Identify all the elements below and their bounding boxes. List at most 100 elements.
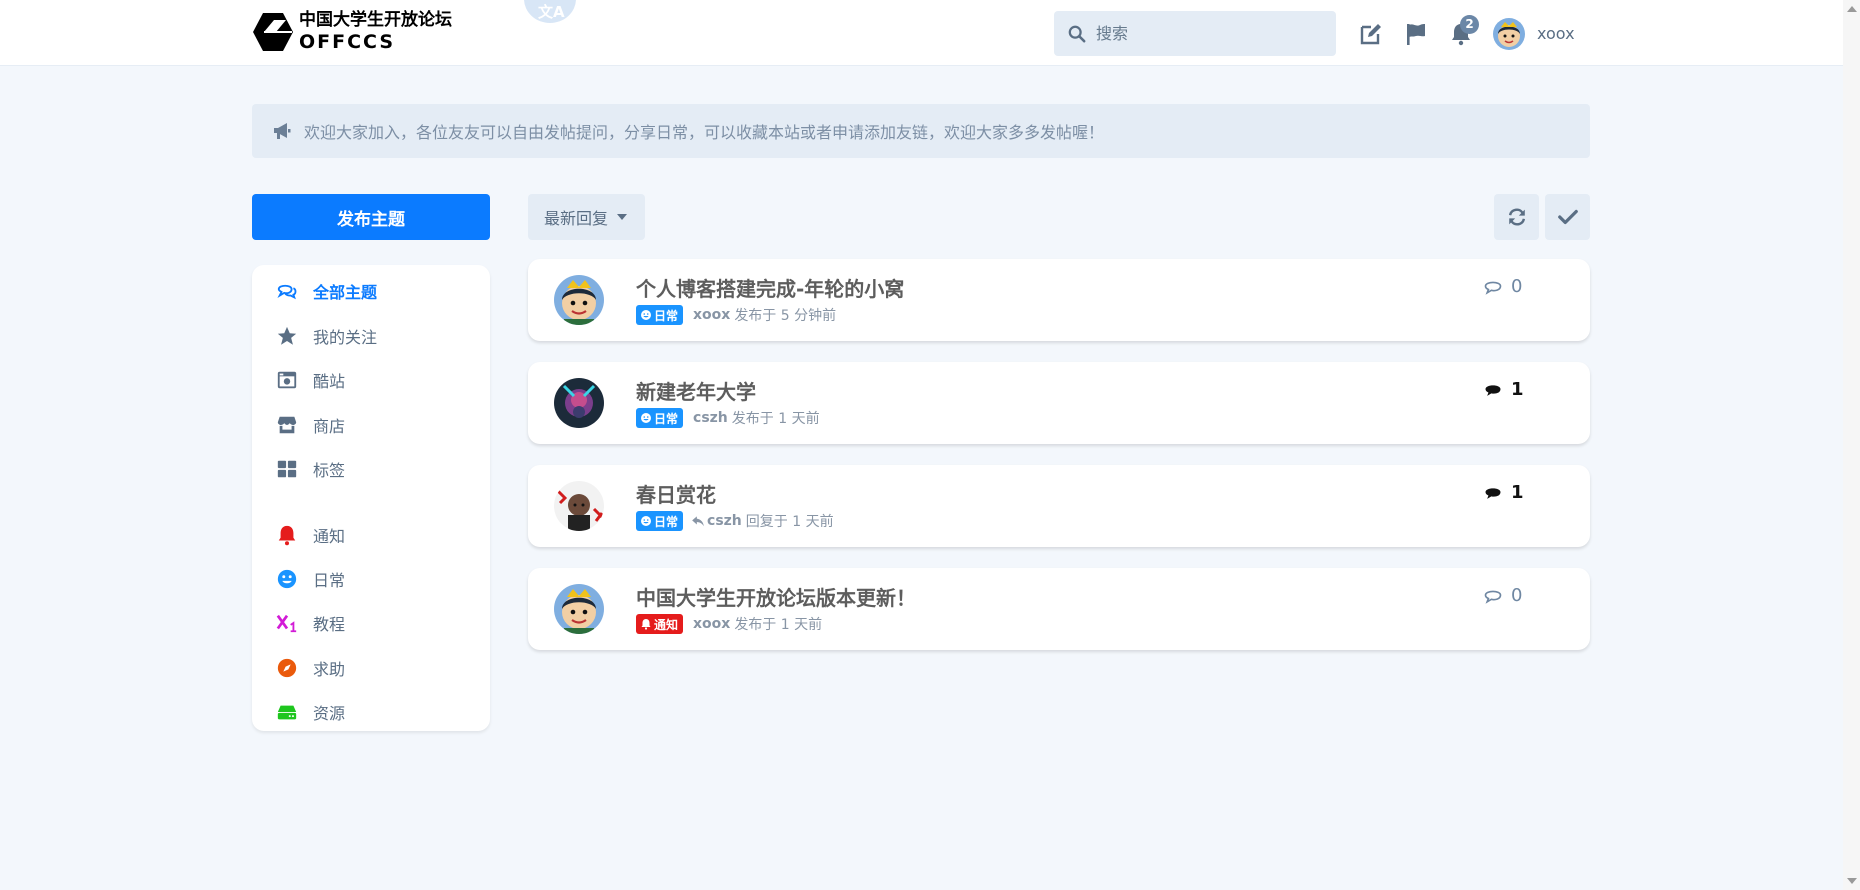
sync-icon	[1508, 208, 1525, 226]
sort-label: 最新回复	[544, 209, 609, 228]
last-reply-username[interactable]: cszh	[707, 513, 742, 529]
scroll-down-arrow-icon[interactable]	[1847, 878, 1857, 884]
smile-icon	[641, 516, 651, 526]
site-logo[interactable]: 中国大学生开放论坛 OFFCCS	[252, 12, 452, 52]
discussion-title[interactable]: 个人博客搭建完成-年轮的小窝	[636, 273, 904, 302]
sort-dropdown[interactable]: 最新回复	[528, 194, 645, 240]
tag-label: 日常	[654, 411, 679, 426]
logo-mark-icon	[253, 13, 293, 51]
comment-outline-icon	[1484, 281, 1502, 295]
site-header: 中国大学生开放论坛 OFFCCS 文A 2 xoox	[0, 0, 1843, 66]
hdd-icon	[277, 705, 297, 720]
author-avatar[interactable]	[554, 378, 604, 428]
reply-count-value: 0	[1511, 585, 1523, 606]
sidebar-item-all-discussions[interactable]: 全部主题	[276, 276, 377, 306]
post-time: 发布于 1 天前	[731, 411, 820, 427]
smile-icon	[641, 310, 651, 320]
sidebar-item-label: 求助	[313, 660, 346, 679]
tag-badge-notice[interactable]: 通知	[636, 614, 684, 634]
tag-label: 通知	[654, 617, 679, 632]
sidebar-item-resources[interactable]: 资源	[276, 697, 345, 727]
new-discussion-button[interactable]: 发布主题	[252, 194, 490, 240]
refresh-button[interactable]	[1494, 194, 1539, 240]
compass-icon	[277, 658, 297, 678]
translate-button[interactable]: 文A	[524, 0, 576, 23]
star-icon	[277, 326, 297, 345]
header-username[interactable]: xoox	[1537, 24, 1575, 43]
sidebar-item-tags[interactable]: 标签	[276, 454, 345, 484]
bullhorn-icon	[274, 123, 291, 139]
discussion-title[interactable]: 春日赏花	[636, 479, 716, 508]
bell-icon	[278, 525, 296, 546]
search-icon	[1068, 25, 1086, 42]
author-avatar[interactable]	[554, 275, 604, 325]
search-input[interactable]	[1096, 24, 1316, 43]
logo-title-en: OFFCCS	[299, 31, 396, 53]
caret-down-icon	[617, 214, 628, 220]
bell-icon	[641, 619, 651, 630]
sidebar-item-store[interactable]: 商店	[276, 410, 345, 440]
reply-count: 0	[1483, 585, 1522, 606]
discussion-title[interactable]: 中国大学生开放论坛版本更新！	[636, 582, 916, 611]
user-avatar[interactable]	[1493, 18, 1525, 50]
author-avatar[interactable]	[554, 584, 604, 634]
translate-icon: 文A	[538, 3, 565, 21]
sidebar-item-label: 教程	[313, 615, 346, 634]
sidebar-item-label: 日常	[313, 571, 346, 590]
notification-count-badge: 2	[1460, 15, 1479, 34]
tag-badge-daily[interactable]: 日常	[636, 305, 684, 325]
post-time: 发布于 1 天前	[734, 617, 823, 633]
sidebar-item-label: 资源	[313, 704, 346, 723]
reply-count-value: 1	[1511, 379, 1524, 400]
store-icon	[277, 416, 297, 434]
sidebar-item-cool-sites[interactable]: 酷站	[276, 365, 345, 395]
tag-badge-daily[interactable]: 日常	[636, 408, 684, 428]
post-time: 回复于 1 天前	[745, 514, 834, 530]
comment-outline-icon	[1484, 590, 1502, 604]
reply-count: 1	[1483, 379, 1524, 400]
discussion-item[interactable]: 春日赏花 日常 cszh 回复于 1 天前 1	[528, 465, 1590, 547]
sidebar-item-daily[interactable]: 日常	[276, 564, 345, 594]
page-scrollbar[interactable]	[1843, 0, 1860, 890]
tag-label: 日常	[654, 514, 679, 529]
tag-badge-daily[interactable]: 日常	[636, 511, 684, 531]
sidebar-item-label: 标签	[313, 461, 346, 480]
comments-icon	[277, 284, 297, 300]
reply-count: 1	[1483, 482, 1524, 503]
search-bar[interactable]	[1054, 11, 1336, 56]
comment-filled-icon	[1485, 384, 1501, 396]
sidebar-item-tutorial[interactable]: 教程	[276, 608, 345, 638]
discussion-item[interactable]: 中国大学生开放论坛版本更新！ 通知 xoox 发布于 1 天前 0	[528, 568, 1590, 650]
author-username[interactable]: cszh	[693, 410, 728, 426]
sidebar-item-label: 全部主题	[313, 283, 378, 302]
scroll-up-arrow-icon[interactable]	[1847, 6, 1857, 12]
camera-icon	[277, 371, 297, 389]
smile-icon	[641, 413, 651, 423]
sidebar-item-following[interactable]: 我的关注	[276, 321, 377, 351]
flag-icon[interactable]	[1404, 22, 1428, 46]
tag-label: 日常	[654, 308, 679, 323]
author-username[interactable]: xoox	[693, 616, 730, 632]
reply-count-value: 0	[1511, 276, 1523, 297]
discussion-item[interactable]: 个人博客搭建完成-年轮的小窝 日常 xoox 发布于 5 分钟前 0	[528, 259, 1590, 341]
sidebar-nav: 全部主题 我的关注 酷站 商店 标签 通知 日常 教程 求助 资源	[252, 265, 490, 731]
announcement-text: 欢迎大家加入，各位友友可以自由发帖提问，分享日常，可以收藏本站或者申请添加友链，…	[304, 123, 1105, 142]
subscript-icon	[276, 614, 297, 633]
author-username[interactable]: xoox	[693, 307, 730, 323]
sidebar-item-notice[interactable]: 通知	[276, 520, 345, 550]
discussion-title[interactable]: 新建老年大学	[636, 376, 756, 405]
mark-all-read-button[interactable]	[1545, 194, 1590, 240]
sidebar-item-help[interactable]: 求助	[276, 653, 345, 683]
th-large-icon	[277, 460, 297, 478]
compose-icon[interactable]	[1359, 22, 1383, 46]
post-time: 发布于 5 分钟前	[734, 308, 837, 324]
discussion-item[interactable]: 新建老年大学 日常 cszh 发布于 1 天前 1	[528, 362, 1590, 444]
sidebar-item-label: 我的关注	[313, 328, 378, 347]
author-avatar[interactable]	[554, 481, 604, 531]
comment-filled-icon	[1485, 487, 1501, 499]
smile-icon	[277, 569, 297, 589]
reply-count-value: 1	[1511, 482, 1524, 503]
sidebar-item-label: 通知	[313, 527, 346, 546]
announcement-bar: 欢迎大家加入，各位友友可以自由发帖提问，分享日常，可以收藏本站或者申请添加友链，…	[252, 104, 1590, 158]
sidebar-item-label: 酷站	[313, 372, 346, 391]
